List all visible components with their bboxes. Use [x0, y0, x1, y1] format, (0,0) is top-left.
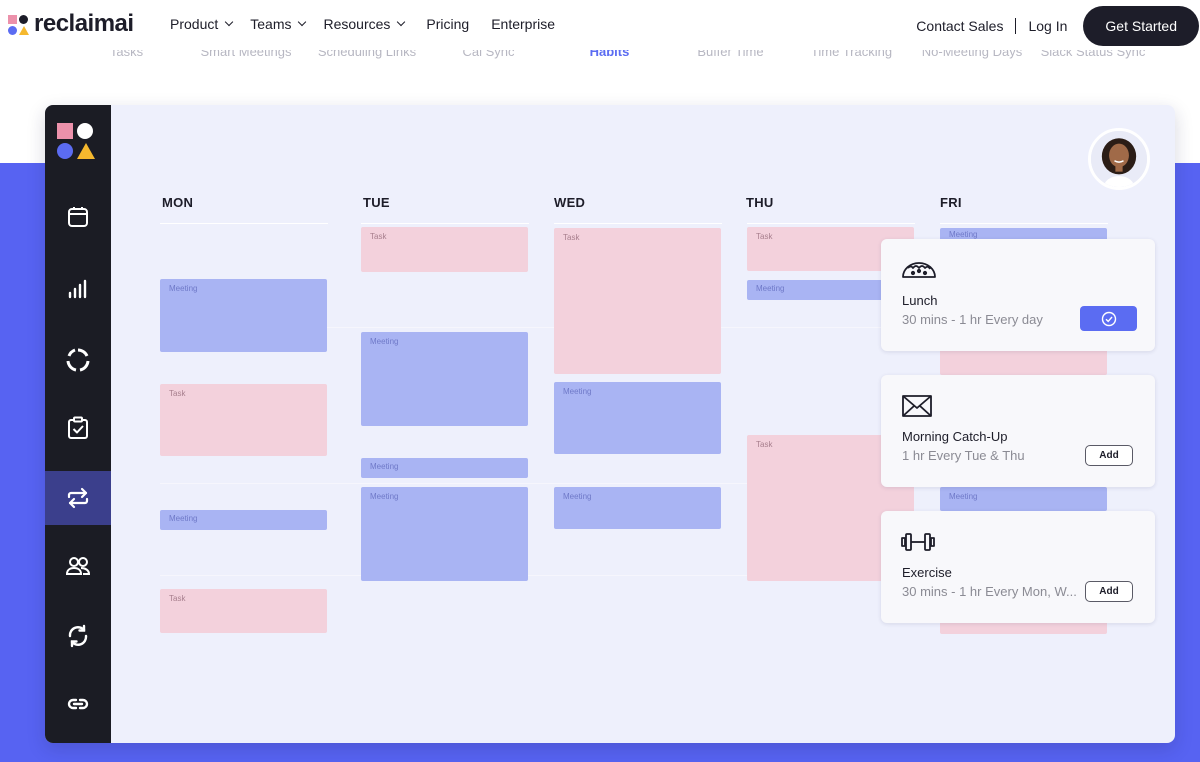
nav-resources[interactable]: Resources	[323, 16, 406, 32]
day-divider	[747, 223, 915, 224]
tab-no-meeting-days[interactable]: No-Meeting Days	[912, 50, 1032, 60]
nav-enterprise[interactable]: Enterprise	[491, 16, 555, 32]
app-preview: MON TUE WED THU FRI Meeting Task Meeting…	[45, 105, 1175, 743]
tab-buffer-time[interactable]: Buffer Time	[670, 50, 791, 60]
day-divider	[160, 223, 328, 224]
sync-icon[interactable]	[45, 609, 111, 663]
mail-icon	[901, 393, 937, 419]
nav-pricing-label: Pricing	[426, 16, 470, 32]
logo-text: reclaimai	[34, 10, 134, 37]
get-started-button[interactable]: Get Started	[1083, 6, 1199, 46]
tab-scheduling-links[interactable]: Scheduling Links	[307, 50, 427, 60]
nav-enterprise-label: Enterprise	[491, 16, 556, 32]
tab-slack-status-sync[interactable]: Slack Status Sync	[1033, 50, 1153, 60]
day-divider	[554, 223, 722, 224]
users-icon[interactable]	[45, 539, 111, 593]
habit-title: Exercise	[902, 565, 952, 580]
page: reclaimai Product Teams Resources Pricin…	[0, 0, 1200, 762]
meeting-block[interactable]: Meeting	[160, 510, 327, 530]
habit-card-morning-catch-up[interactable]: Morning Catch-Up 1 hr Every Tue & Thu Ad…	[881, 375, 1155, 487]
logo-mark-icon	[8, 13, 30, 35]
nav-right: Contact Sales Log In Get Started	[916, 6, 1200, 46]
nav-divider	[1015, 18, 1017, 34]
chevron-down-icon	[298, 17, 307, 27]
tab-tasks[interactable]: Tasks	[66, 50, 187, 60]
tab-smart-meetings[interactable]: Smart Meetings	[186, 50, 306, 60]
habit-subtitle: 30 mins - 1 hr Every Mon, W...	[902, 584, 1077, 599]
meeting-block[interactable]: Meeting	[554, 382, 721, 454]
task-block[interactable]: Task	[160, 589, 327, 633]
nav-pricing[interactable]: Pricing	[426, 16, 469, 32]
tab-cal-sync[interactable]: Cal Sync	[428, 50, 549, 60]
day-header-tue: TUE	[363, 195, 390, 210]
nav-product-label: Product	[170, 16, 219, 32]
nav-links: Product Teams Resources Pricing Enterpri…	[170, 16, 573, 32]
meeting-block[interactable]: Meeting	[940, 487, 1107, 511]
tab-time-tracking[interactable]: Time Tracking	[791, 50, 912, 60]
app-sidebar	[45, 105, 111, 743]
dumbbell-icon	[901, 529, 937, 555]
day-header-thu: THU	[746, 195, 774, 210]
habit-subtitle: 1 hr Every Tue & Thu	[902, 448, 1025, 463]
add-habit-button[interactable]: Add	[1085, 581, 1133, 602]
taco-icon	[901, 257, 937, 283]
logo[interactable]: reclaimai	[8, 10, 134, 37]
chevron-down-icon	[225, 17, 234, 27]
task-block[interactable]: Task	[361, 227, 528, 272]
add-habit-button[interactable]: Add	[1085, 445, 1133, 466]
top-nav: reclaimai Product Teams Resources Pricin…	[0, 0, 1200, 50]
habit-title: Morning Catch-Up	[902, 429, 1008, 444]
meeting-block[interactable]: Meeting	[554, 487, 721, 529]
task-block[interactable]: Task	[554, 228, 721, 374]
meeting-block[interactable]: Meeting	[361, 487, 528, 581]
day-header-mon: MON	[162, 195, 194, 210]
day-divider	[940, 223, 1108, 224]
tab-habits[interactable]: Habits	[549, 50, 670, 60]
day-header-fri: FRI	[940, 195, 962, 210]
meeting-block[interactable]: Meeting	[160, 279, 327, 352]
habit-subtitle: 30 mins - 1 hr Every day	[902, 312, 1043, 327]
login-link[interactable]: Log In	[1028, 18, 1067, 34]
link-icon[interactable]	[45, 677, 111, 731]
habit-card-lunch[interactable]: Lunch 30 mins - 1 hr Every day	[881, 239, 1155, 351]
calendar-icon[interactable]	[45, 190, 111, 244]
habit-added-button[interactable]	[1080, 306, 1137, 331]
habit-title: Lunch	[902, 293, 938, 308]
chevron-down-icon	[397, 17, 406, 27]
contact-sales-link[interactable]: Contact Sales	[916, 18, 1003, 34]
app-logo-icon	[57, 123, 95, 161]
stats-icon[interactable]	[45, 262, 111, 316]
feature-tabs: Tasks Smart Meetings Scheduling Links Ca…	[66, 50, 1156, 90]
day-divider	[361, 223, 529, 224]
habit-card-exercise[interactable]: Exercise 30 mins - 1 hr Every Mon, W... …	[881, 511, 1155, 623]
nav-resources-label: Resources	[323, 16, 391, 32]
avatar[interactable]	[1088, 128, 1150, 190]
meeting-block[interactable]: Meeting	[361, 458, 528, 478]
nav-product[interactable]: Product	[170, 16, 234, 32]
donut-icon[interactable]	[45, 333, 111, 387]
nav-teams[interactable]: Teams	[250, 16, 307, 32]
repeat-icon[interactable]	[45, 471, 111, 525]
task-block[interactable]: Task	[160, 384, 327, 456]
nav-teams-label: Teams	[250, 16, 292, 32]
meeting-block[interactable]: Meeting	[361, 332, 528, 426]
clipboard-check-icon[interactable]	[45, 401, 111, 455]
day-header-wed: WED	[554, 195, 586, 210]
check-circle-icon	[1101, 311, 1116, 326]
